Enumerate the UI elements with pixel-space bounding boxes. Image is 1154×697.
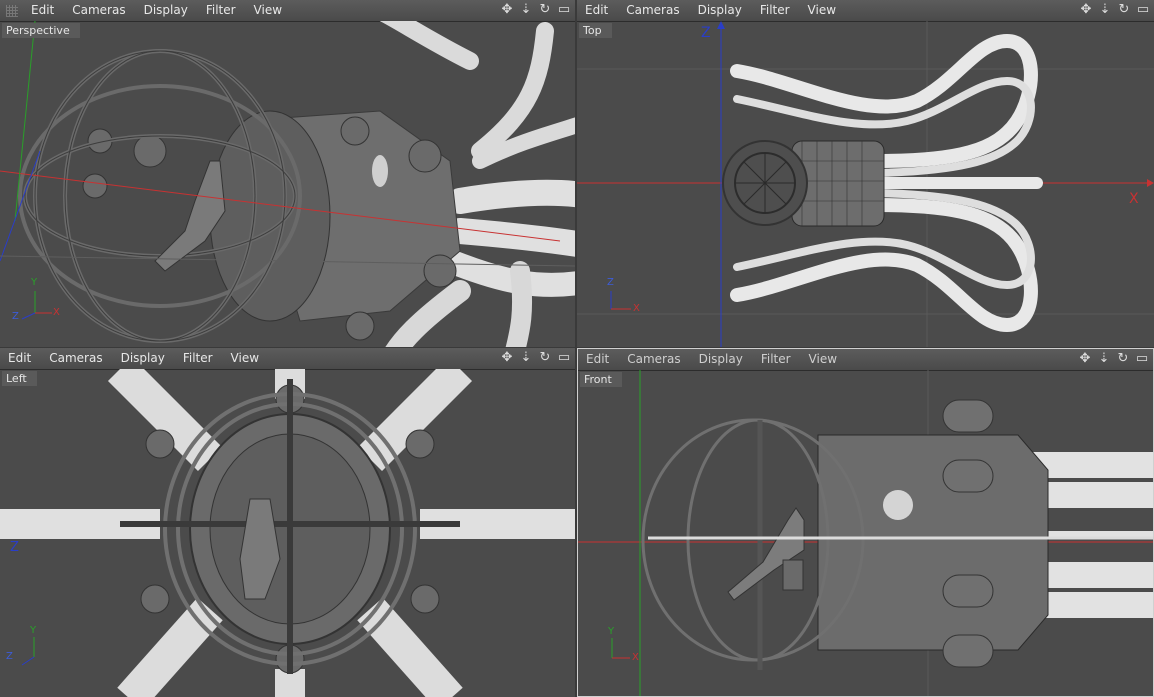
gizmo-y-label: Y (31, 277, 38, 288)
menu-display[interactable]: Display (112, 348, 174, 369)
viewport-front[interactable]: Edit Cameras Display Filter View ✥ ⇣ ↻ ▭ (577, 348, 1154, 697)
menu-view[interactable]: View (800, 349, 846, 370)
viewport-menubar: Edit Cameras Display Filter View ✥ ⇣ ↻ ▭ (0, 0, 575, 22)
rotate-icon[interactable]: ↻ (538, 350, 552, 366)
rotate-icon[interactable]: ↻ (538, 2, 552, 18)
viewport-left[interactable]: Edit Cameras Display Filter View ✥ ⇣ ↻ ▭ (0, 348, 575, 697)
gizmo-x-label: X (632, 652, 639, 663)
gizmo-x-label: X (53, 307, 60, 318)
viewport-label: Front (580, 372, 622, 387)
rotate-icon[interactable]: ↻ (1117, 2, 1131, 18)
viewport-label: Left (2, 371, 37, 386)
menu-filter[interactable]: Filter (174, 348, 222, 369)
gizmo-x-label: X (633, 303, 640, 314)
menu-view[interactable]: View (799, 0, 845, 21)
menu-filter[interactable]: Filter (197, 0, 245, 21)
viewport-perspective[interactable]: Edit Cameras Display Filter View ✥ ⇣ ↻ ▭ (0, 0, 575, 347)
maximize-icon[interactable]: ▭ (1135, 351, 1149, 367)
menu-filter[interactable]: Filter (752, 349, 800, 370)
menu-display[interactable]: Display (689, 0, 751, 21)
move-icon[interactable]: ✥ (500, 350, 514, 366)
menu-edit[interactable]: Edit (22, 0, 63, 21)
move-icon[interactable]: ✥ (1078, 351, 1092, 367)
viewport-menubar: Edit Cameras Display Filter View ✥ ⇣ ↻ ▭ (0, 348, 575, 370)
menu-cameras[interactable]: Cameras (618, 349, 689, 370)
scale-icon[interactable]: ⇣ (1097, 351, 1111, 367)
scene-perspective[interactable]: Y X Z (0, 21, 575, 347)
maximize-icon[interactable]: ▭ (557, 2, 571, 18)
scale-icon[interactable]: ⇣ (1098, 2, 1112, 18)
menu-edit[interactable]: Edit (577, 0, 617, 21)
viewport-menubar: Edit Cameras Display Filter View ✥ ⇣ ↻ ▭ (577, 0, 1154, 22)
move-icon[interactable]: ✥ (1079, 2, 1093, 18)
maximize-icon[interactable]: ▭ (1136, 2, 1150, 18)
rotate-icon[interactable]: ↻ (1116, 351, 1130, 367)
grip-icon[interactable] (6, 4, 18, 17)
scale-icon[interactable]: ⇣ (519, 350, 533, 366)
scale-icon[interactable]: ⇣ (519, 2, 533, 18)
maximize-icon[interactable]: ▭ (557, 350, 571, 366)
menu-edit[interactable]: Edit (578, 349, 618, 370)
menu-view[interactable]: View (245, 0, 291, 21)
viewport-label: Top (579, 23, 612, 38)
gizmo-y-label: Y (608, 626, 615, 637)
scene-left[interactable]: Z Y Z (0, 369, 575, 697)
viewport-top[interactable]: Edit Cameras Display Filter View ✥ ⇣ ↻ ▭ (577, 0, 1154, 347)
menu-cameras[interactable]: Cameras (63, 0, 134, 21)
scene-front[interactable]: Y X (578, 370, 1153, 696)
gizmo-z-label: Z (12, 311, 19, 322)
menu-filter[interactable]: Filter (751, 0, 799, 21)
move-icon[interactable]: ✥ (500, 2, 514, 18)
viewport-label: Perspective (2, 23, 80, 38)
axis-z-label: Z (10, 540, 19, 555)
menu-view[interactable]: View (222, 348, 268, 369)
menu-cameras[interactable]: Cameras (617, 0, 688, 21)
axis-x-label: X (1129, 191, 1139, 207)
menu-edit[interactable]: Edit (0, 348, 40, 369)
menu-display[interactable]: Display (135, 0, 197, 21)
gizmo-y-label: Y (30, 625, 37, 636)
menu-display[interactable]: Display (690, 349, 752, 370)
scene-top[interactable]: Z X Z X (577, 21, 1154, 347)
viewport-menubar: Edit Cameras Display Filter View ✥ ⇣ ↻ ▭ (578, 349, 1153, 371)
menu-cameras[interactable]: Cameras (40, 348, 111, 369)
gizmo-z-label: Z (607, 277, 614, 288)
gizmo-z-label: Z (6, 651, 13, 662)
axis-z-label: Z (701, 25, 711, 41)
